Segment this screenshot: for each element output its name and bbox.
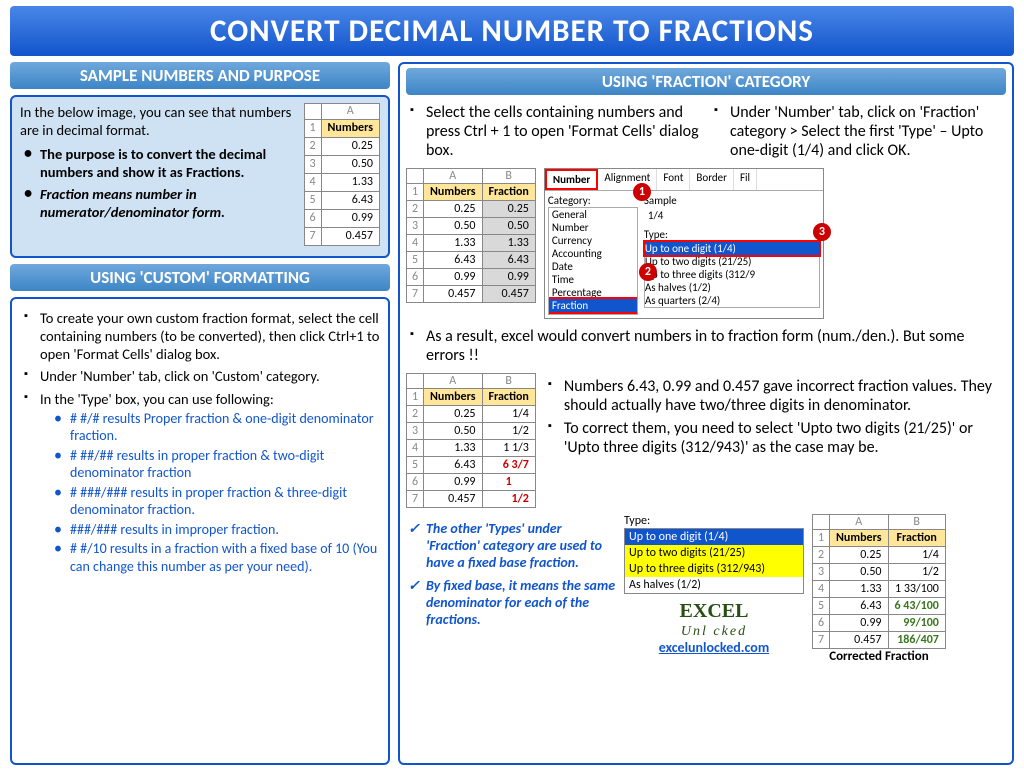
sample-panel: A 1Numbers 20.25 30.50 41.33 56.43 60.99… bbox=[10, 95, 390, 258]
error-explain-1: Numbers 6.43, 0.99 and 0.457 gave incorr… bbox=[548, 377, 1006, 415]
type-format-4: ###/### results in improper fraction. bbox=[54, 521, 380, 539]
numbers-fraction-table: AB 1NumbersFraction 20.250.25 30.500.50 … bbox=[406, 168, 536, 303]
logo: EXCEL Unl cked bbox=[624, 602, 804, 639]
custom-heading: USING 'CUSTOM' FORMATTING bbox=[10, 264, 390, 291]
sample-value: 1/4 bbox=[644, 207, 820, 224]
type-option-4[interactable]: As halves (1/2) bbox=[645, 281, 819, 294]
custom-step-3: In the 'Type' box, you can use following… bbox=[24, 390, 380, 576]
type-label: Type: bbox=[644, 228, 820, 241]
badge-2: 2 bbox=[639, 263, 657, 281]
category-list[interactable]: General Number Currency Accounting Date … bbox=[548, 207, 638, 315]
note-fixed-base-1: The other 'Types' under 'Fraction' categ… bbox=[406, 520, 616, 571]
type-format-3: # ###/### results in proper fraction & t… bbox=[54, 484, 380, 519]
format-cells-dialog: 1 2 3 Number Alignment Font Border Fil bbox=[544, 168, 824, 319]
purpose-bullet: The purpose is to convert the decimal nu… bbox=[24, 145, 380, 181]
sample-heading: SAMPLE NUMBERS AND PURPOSE bbox=[10, 62, 390, 89]
fraction-def-bullet: Fraction means number in numerator/denom… bbox=[24, 185, 380, 221]
sample-label: Sample bbox=[644, 194, 820, 207]
type-list-highlight: Up to one digit (1/4) Up to two digits (… bbox=[624, 528, 804, 594]
note-fixed-base-2: By fixed base, it means the same denomin… bbox=[406, 577, 616, 628]
category-label: Category: bbox=[548, 194, 638, 207]
website-link[interactable]: excelunlocked.com bbox=[624, 639, 804, 656]
corrected-label: Corrected Fraction bbox=[812, 649, 946, 664]
error-explain-2: To correct them, you need to select 'Upt… bbox=[548, 419, 1006, 457]
tab-number[interactable]: Number bbox=[545, 169, 598, 190]
step-select-cells: Select the cells containing numbers and … bbox=[410, 103, 702, 160]
right-column: USING 'FRACTION' CATEGORY Select the cel… bbox=[398, 62, 1014, 765]
type-format-5: # #/10 results in a fraction with a fixe… bbox=[54, 540, 380, 575]
type-option-3[interactable]: Up to three digits (312/9 bbox=[645, 268, 819, 281]
tab-border[interactable]: Border bbox=[690, 169, 734, 190]
step-number-tab: Under 'Number' tab, click on 'Fraction' … bbox=[714, 103, 1006, 160]
type-option-5[interactable]: As quarters (2/4) bbox=[645, 294, 819, 307]
type-option-2[interactable]: Up to two digits (21/25) bbox=[645, 255, 819, 268]
tab-font[interactable]: Font bbox=[657, 169, 690, 190]
typelist-label: Type: bbox=[624, 514, 804, 528]
left-column: SAMPLE NUMBERS AND PURPOSE A 1Numbers 20… bbox=[10, 62, 390, 765]
result-text: As a result, excel would convert numbers… bbox=[410, 327, 1006, 365]
badge-1: 1 bbox=[633, 183, 651, 201]
type-format-2: # ##/## results in proper fraction & two… bbox=[54, 447, 380, 482]
type-option-1[interactable]: Up to one digit (1/4) bbox=[645, 242, 819, 255]
fraction-heading: USING 'FRACTION' CATEGORY bbox=[406, 68, 1006, 95]
page-title: CONVERT DECIMAL NUMBER TO FRACTIONS bbox=[10, 6, 1014, 56]
tab-fill[interactable]: Fil bbox=[734, 169, 757, 190]
custom-step-1: To create your own custom fraction forma… bbox=[24, 309, 380, 363]
custom-step-2: Under 'Number' tab, click on 'Custom' ca… bbox=[24, 367, 380, 385]
corrected-table: AB 1NumbersFraction 20.251/4 30.501/2 41… bbox=[812, 514, 946, 649]
custom-panel: To create your own custom fraction forma… bbox=[10, 297, 390, 765]
fraction-result-table: AB 1NumbersFraction 20.251/4 30.501/2 41… bbox=[406, 373, 536, 508]
badge-3: 3 bbox=[813, 223, 831, 241]
type-format-1: # #/# results Proper fraction & one-digi… bbox=[54, 410, 380, 445]
